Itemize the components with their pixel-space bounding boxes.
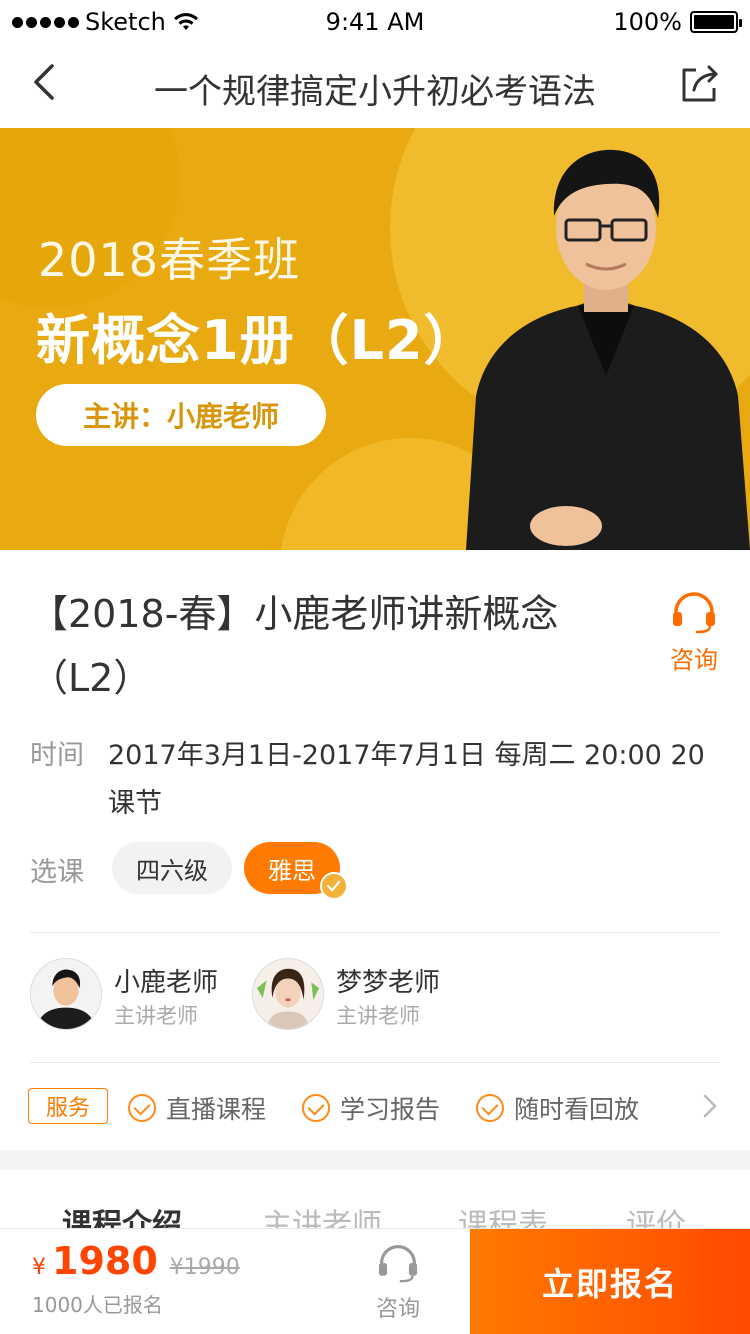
signup-button[interactable]: 立即报名 (470, 1229, 750, 1334)
status-bar: Sketch 9:41 AM 100% (0, 0, 750, 40)
teacher-name: 小鹿老师 (114, 968, 219, 998)
divider (30, 932, 720, 933)
avatar (252, 958, 324, 1030)
page-title: 一个规律搞定小升初必考语法 (154, 72, 596, 112)
price-box: ¥ 1980 ¥1990 1000人已报名 (32, 1239, 240, 1318)
service-tag: 服务 (28, 1088, 108, 1124)
course-title: 【2018-春】小鹿老师讲新概念（L2） (30, 592, 559, 700)
course-select-row: 选课 四六级 雅思 (30, 842, 730, 900)
headset-icon (378, 1245, 418, 1283)
avatar (30, 958, 102, 1030)
teacher-role: 主讲老师 (336, 1004, 420, 1028)
time-value: 2017年3月1日-2017年7月1日 每周二 20:00 20课节 (108, 740, 705, 819)
service-item-label: 随时看回放 (514, 1095, 640, 1124)
service-item: 学习报告 (302, 1090, 440, 1126)
teacher-role: 主讲老师 (114, 1004, 198, 1028)
consult-label-bottom: 咨询 (375, 1297, 420, 1322)
teacher-photo (466, 149, 750, 550)
service-row[interactable]: 服务 直播课程 学习报告 随时看回放 (28, 1088, 728, 1128)
consult-button-bottom[interactable]: 咨询 (370, 1243, 426, 1323)
check-circle-icon (302, 1094, 330, 1122)
price: 1980 (52, 1239, 158, 1283)
service-item-label: 学习报告 (340, 1095, 441, 1124)
teacher-card[interactable]: 小鹿老师 主讲老师 (30, 956, 250, 1032)
course-banner: 2018春季班 新概念1册（L2） 主讲：小鹿老师 (0, 128, 750, 550)
option-chip-cet[interactable]: 四六级 (112, 842, 232, 894)
teacher-name: 梦梦老师 (336, 968, 441, 998)
original-price: ¥1990 (169, 1255, 240, 1280)
section-gap (0, 1150, 750, 1170)
chevron-right-icon[interactable] (698, 1092, 722, 1120)
teacher-card[interactable]: 梦梦老师 主讲老师 (252, 956, 472, 1032)
service-item: 直播课程 (128, 1090, 266, 1126)
share-icon[interactable] (676, 60, 724, 108)
teacher-list: 小鹿老师 主讲老师 梦梦老师 主讲老师 (30, 956, 730, 1032)
headset-icon (673, 592, 715, 634)
service-item: 随时看回放 (476, 1090, 639, 1126)
service-item-label: 直播课程 (166, 1095, 267, 1124)
enrolled-count: 1000人已报名 (32, 1293, 163, 1317)
select-label: 选课 (30, 857, 84, 888)
back-icon[interactable] (24, 58, 72, 106)
divider (30, 1062, 720, 1063)
battery-icon (690, 11, 742, 33)
banner-season: 2018春季班 (38, 233, 301, 287)
consult-label-top: 咨询 (670, 646, 718, 674)
check-circle-icon (128, 1094, 156, 1122)
time-label: 时间 (30, 740, 84, 771)
selected-check-icon (320, 872, 348, 900)
bottom-bar: ¥ 1980 ¥1990 1000人已报名 咨询 立即报名 (0, 1228, 750, 1334)
course-info: 【2018-春】小鹿老师讲新概念（L2） 咨询 时间 2017年3月1日-201… (0, 550, 750, 1150)
banner-course-name: 新概念1册（L2） (36, 309, 479, 372)
nav-bar: 一个规律搞定小升初必考语法 (0, 40, 750, 128)
consult-button-top[interactable]: 咨询 (666, 590, 722, 675)
currency-symbol: ¥ (32, 1255, 46, 1280)
status-right: 100% (613, 8, 742, 36)
banner-teacher-pill: 主讲：小鹿老师 (36, 384, 326, 446)
check-circle-icon (476, 1094, 504, 1122)
battery-percent: 100% (613, 8, 682, 36)
